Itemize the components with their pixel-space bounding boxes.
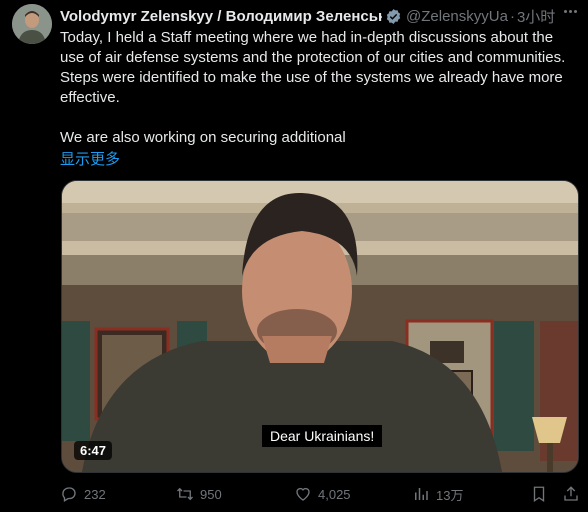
- heart-icon: [296, 487, 310, 501]
- like-count: 4,025: [318, 486, 351, 502]
- author-name[interactable]: Volodymyr Zelenskyy / Володимир Зеленськ…: [60, 8, 382, 25]
- show-more-link[interactable]: 显示更多: [60, 148, 120, 169]
- reply-count: 232: [84, 486, 106, 502]
- share-icon[interactable]: [562, 485, 580, 503]
- video-subtitle: Dear Ukrainians!: [262, 425, 383, 447]
- video-player[interactable]: 6:47 Dear Ukrainians!: [61, 180, 579, 473]
- bookmark-icon[interactable]: [530, 485, 548, 503]
- views-icon: [415, 488, 428, 500]
- more-icon[interactable]: [558, 2, 582, 20]
- like-button[interactable]: 4,025: [294, 482, 351, 506]
- author-handle[interactable]: @ZelenskyyUa: [406, 8, 508, 25]
- reply-icon: [62, 487, 76, 502]
- views-count: 13万: [436, 487, 464, 503]
- reply-button[interactable]: 232: [60, 482, 106, 506]
- verified-badge-icon: [386, 8, 401, 24]
- tweet-paragraph-1: Today, I held a Staff meeting where we h…: [60, 29, 566, 106]
- repost-count: 950: [200, 486, 222, 502]
- tweet-actions: 232 950 4,025 13万: [56, 482, 584, 506]
- tweet-header: Volodymyr Zelenskyy / Володимир Зеленськ…: [60, 6, 580, 26]
- repost-button[interactable]: 950: [176, 482, 222, 506]
- tweet-paragraph-2: We are also working on securing addition…: [60, 129, 346, 146]
- tweet-text: Today, I held a Staff meeting where we h…: [60, 28, 580, 148]
- video-duration: 6:47: [74, 441, 113, 460]
- header-separator: ·: [509, 7, 515, 25]
- tweet-time[interactable]: 3小时: [517, 6, 555, 26]
- author-avatar[interactable]: [12, 4, 52, 44]
- repost-icon: [177, 487, 193, 501]
- views-button[interactable]: 13万: [412, 482, 463, 506]
